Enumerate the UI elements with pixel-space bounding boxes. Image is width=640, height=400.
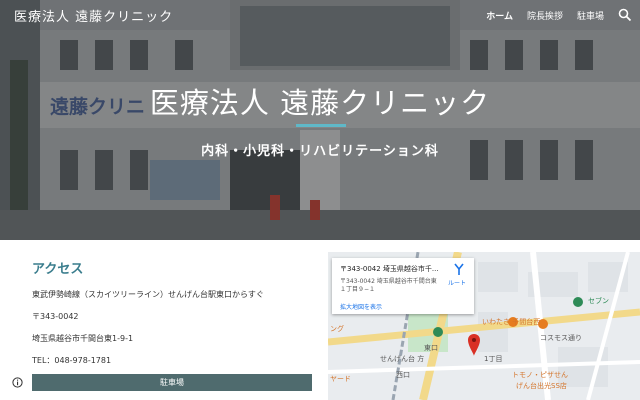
map-card-title: 〒343-0042 埼玉県越谷市千...: [340, 265, 439, 273]
map-label-sengendai: せんげん台 方: [380, 355, 425, 363]
hero-banner: 遠藤クリニ 医療法人 遠藤クリニック ホーム 院長挨拶 駐車場 医療法人 遠藤ク…: [0, 0, 640, 240]
parking-button[interactable]: 駐車場: [32, 374, 312, 391]
route-label[interactable]: ルート: [448, 278, 466, 287]
map-label-iwatani: いわたき 千間台西: [482, 318, 541, 326]
map-label-gas: げん台出光SS店: [516, 382, 567, 390]
site-title[interactable]: 医療法人 遠藤クリニック: [14, 6, 173, 25]
access-postal-code: 〒343-0042: [32, 312, 79, 321]
map-label-seven: セブン: [588, 297, 609, 305]
info-icon[interactable]: [12, 377, 23, 388]
map-label-higashi: 東口: [424, 344, 438, 352]
directions-icon[interactable]: [452, 262, 466, 276]
nav-item-greeting[interactable]: 院長挨拶: [527, 9, 563, 22]
nav-item-home[interactable]: ホーム: [486, 9, 513, 22]
hero-subtitle: 内科・小児科・リハビリテーション科: [201, 144, 439, 159]
map-label-ring: ング: [330, 325, 344, 333]
enlarge-map-link[interactable]: 拡大地図を表示: [340, 302, 382, 311]
map-label-chome: 1丁目: [484, 355, 503, 363]
hero-title: 医療法人 遠藤クリニック: [149, 86, 491, 120]
access-section: アクセス 東武伊勢崎線（スカイツリーライン）せんげん台駅東口からすぐ 〒343-…: [32, 258, 316, 377]
access-heading: アクセス: [32, 262, 84, 277]
map-label-tomin: トモノ・ピザせん: [512, 371, 568, 379]
nav-item-parking[interactable]: 駐車場: [577, 9, 604, 22]
search-icon[interactable]: [618, 8, 632, 22]
hero-divider: [296, 124, 346, 127]
top-navigation-bar: 医療法人 遠藤クリニック ホーム 院長挨拶 駐車場: [0, 0, 640, 30]
map-label-yard: ヤード: [330, 375, 351, 383]
access-address: 埼玉県越谷市千間台東1-9-1: [32, 334, 134, 343]
map-label-nishi: 西口: [396, 371, 410, 379]
access-train-info: 東武伊勢崎線（スカイツリーライン）せんげん台駅東口からすぐ: [32, 290, 264, 299]
map-card-address: 〒343-0042 埼玉県越谷市千間台東１丁目９−１: [340, 278, 437, 293]
map-label-cosmos: コスモス通り: [540, 334, 582, 342]
main-nav: ホーム 院長挨拶 駐車場: [486, 8, 632, 22]
access-phone: TEL：048-978-1781: [32, 356, 112, 365]
map-info-card: 〒343-0042 埼玉県越谷市千... 〒343-0042 埼玉県越谷市千間台…: [332, 258, 474, 314]
